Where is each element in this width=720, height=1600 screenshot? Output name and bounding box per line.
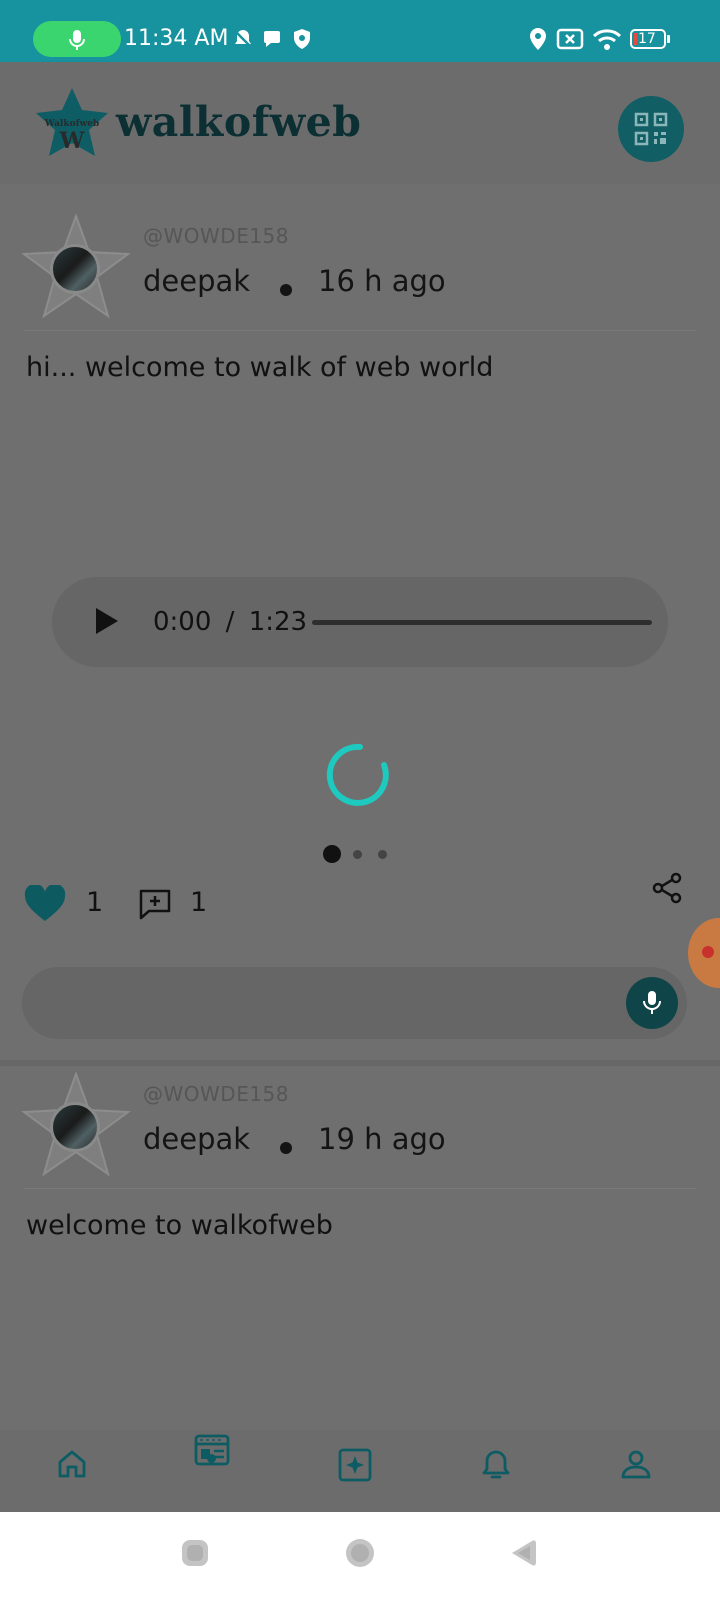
app-header: Walkofweb W walkofweb xyxy=(0,62,720,184)
carousel-dot[interactable] xyxy=(378,850,387,859)
like-count: 1 xyxy=(86,887,104,918)
heart-icon[interactable] xyxy=(24,885,66,923)
audio-duration: 1:23 xyxy=(248,607,308,637)
battery-icon: 17 xyxy=(630,29,670,49)
status-time: 11:34 AM xyxy=(124,26,229,51)
post-card: @WOWDE158 deepak 16 h ago hi... welcome … xyxy=(0,184,720,1066)
location-icon xyxy=(530,28,546,50)
chat-icon xyxy=(264,31,280,47)
qr-code-icon xyxy=(634,112,668,146)
silent-bell-icon xyxy=(234,30,252,48)
battery-level: 17 xyxy=(638,31,656,47)
divider xyxy=(24,1188,696,1189)
nav-feed[interactable] xyxy=(182,1430,242,1512)
mic-icon xyxy=(69,30,85,50)
walkofweb-logo: Walkofweb W xyxy=(36,88,108,156)
voice-comment-button[interactable] xyxy=(626,977,678,1029)
home-icon xyxy=(58,1450,86,1478)
nav-active-dot xyxy=(207,1454,216,1463)
carousel-dot[interactable] xyxy=(353,850,362,859)
recent-apps-icon[interactable] xyxy=(180,1538,210,1568)
audio-player: 0:00 / 1:23 xyxy=(52,577,668,667)
post-text: welcome to walkofweb xyxy=(26,1210,333,1241)
shield-icon xyxy=(294,29,310,49)
comment-count: 1 xyxy=(190,887,208,918)
nav-notifications[interactable] xyxy=(466,1430,526,1512)
status-bar: 11:34 AM 17 xyxy=(0,0,720,62)
author-name[interactable]: deepak xyxy=(143,1122,250,1156)
share-icon[interactable] xyxy=(652,872,682,904)
carousel-dot-active[interactable] xyxy=(323,845,341,863)
audio-seek-bar[interactable] xyxy=(312,620,652,625)
profile-icon xyxy=(621,1450,651,1479)
no-sim-icon xyxy=(556,28,584,50)
avatar-photo xyxy=(50,244,100,294)
post-text: hi... welcome to walk of web world xyxy=(26,352,494,383)
qr-code-button[interactable] xyxy=(618,96,684,162)
audio-time-separator: / xyxy=(225,607,235,637)
back-button-icon[interactable] xyxy=(508,1538,538,1568)
svg-text:W: W xyxy=(59,128,85,154)
avatar[interactable] xyxy=(20,213,132,322)
wifi-icon xyxy=(592,29,622,50)
loading-spinner-icon xyxy=(326,743,389,806)
avatar[interactable] xyxy=(20,1071,132,1180)
system-navigation-bar xyxy=(0,1512,720,1600)
bottom-navigation xyxy=(0,1430,720,1512)
divider xyxy=(24,330,696,331)
carousel-indicator[interactable] xyxy=(323,843,403,865)
mic-active-indicator[interactable] xyxy=(33,21,121,57)
post-card: @WOWDE158 deepak 19 h ago welcome to wal… xyxy=(0,1042,720,1430)
app-brand: walkofweb xyxy=(116,98,362,146)
notifications-icon xyxy=(482,1450,510,1479)
home-button-icon[interactable] xyxy=(345,1538,375,1568)
audio-current-time: 0:00 xyxy=(153,607,212,637)
comment-icon[interactable] xyxy=(138,888,172,920)
mic-icon xyxy=(643,991,661,1014)
separator-dot xyxy=(280,284,292,296)
nav-create-post[interactable] xyxy=(324,1430,384,1512)
play-icon[interactable] xyxy=(94,607,120,635)
user-handle[interactable]: @WOWDE158 xyxy=(143,1082,289,1106)
create-post-icon xyxy=(338,1448,372,1482)
post-time: 16 h ago xyxy=(318,264,446,298)
author-name[interactable]: deepak xyxy=(143,264,250,298)
feed[interactable]: @WOWDE158 deepak 16 h ago hi... welcome … xyxy=(0,184,720,1430)
nav-home[interactable] xyxy=(42,1430,102,1512)
audio-time: 0:00 / 1:23 xyxy=(153,607,307,637)
user-handle[interactable]: @WOWDE158 xyxy=(143,224,289,248)
record-indicator-icon xyxy=(702,946,714,958)
separator-dot xyxy=(280,1142,292,1154)
comment-input[interactable] xyxy=(22,967,687,1039)
nav-profile[interactable] xyxy=(606,1430,666,1512)
post-time: 19 h ago xyxy=(318,1122,446,1156)
avatar-photo xyxy=(50,1102,100,1152)
